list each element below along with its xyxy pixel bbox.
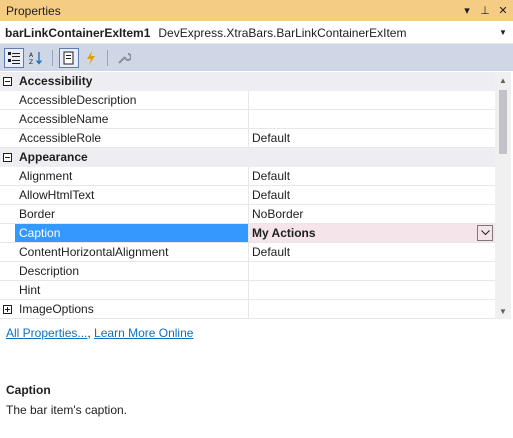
close-icon[interactable]: ✕ [495, 3, 511, 19]
expand-icon[interactable] [3, 304, 12, 314]
property-name: Alignment [15, 167, 249, 185]
property-pages-button[interactable] [114, 48, 134, 68]
property-value[interactable] [249, 262, 495, 280]
events-button[interactable] [81, 48, 101, 68]
property-grid[interactable]: Accessibility AccessibleDescription Acce… [0, 72, 495, 319]
chevron-down-icon [480, 230, 490, 236]
property-row[interactable]: AccessibleName [0, 110, 495, 129]
object-type: DevExpress.XtraBars.BarLinkContainerExIt… [158, 25, 407, 40]
scroll-thumb[interactable] [499, 90, 507, 154]
all-properties-link[interactable]: All Properties... [6, 326, 87, 340]
properties-title-bar: Properties ▾ ⊥ ✕ [0, 0, 513, 21]
window-title: Properties [6, 3, 61, 18]
object-selector[interactable]: barLinkContainerExItem1 DevExpress.XtraB… [0, 22, 513, 44]
alphabetical-button[interactable]: A Z [26, 48, 46, 68]
property-pages-icon [118, 52, 131, 64]
property-value[interactable]: Default [249, 167, 495, 185]
property-name: Description [15, 262, 249, 280]
learn-more-link[interactable]: Learn More Online [94, 326, 193, 340]
properties-icon [63, 51, 74, 64]
category-label: Accessibility [19, 74, 93, 88]
property-name: Hint [15, 281, 249, 299]
property-row[interactable]: Description [0, 262, 495, 281]
svg-text:A: A [29, 52, 34, 59]
property-name: ContentHorizontalAlignment [15, 243, 249, 261]
svg-text:Z: Z [29, 59, 33, 65]
property-name: AllowHtmlText [15, 186, 249, 204]
description-text: The bar item's caption. [6, 403, 128, 417]
toolbar-separator [107, 49, 108, 66]
categorized-icon [8, 51, 20, 64]
property-value[interactable] [249, 300, 495, 318]
category-label: Appearance [19, 150, 88, 164]
collapse-icon[interactable] [3, 76, 12, 86]
events-icon [87, 50, 95, 65]
property-row[interactable]: Border NoBorder [0, 205, 495, 224]
property-value[interactable]: Default [249, 186, 495, 204]
property-row[interactable]: ContentHorizontalAlignment Default [0, 243, 495, 262]
alphabetical-icon: A Z [29, 51, 42, 65]
scroll-up-icon[interactable]: ▲ [495, 72, 511, 88]
dropdown-button[interactable] [477, 225, 493, 241]
property-value-editor[interactable]: My Actions [249, 224, 495, 242]
property-name: AccessibleDescription [15, 91, 249, 109]
properties-button[interactable] [59, 47, 79, 68]
vertical-scrollbar[interactable]: ▲ ▼ [495, 72, 511, 319]
property-name: Caption [15, 224, 249, 242]
property-name: Border [15, 205, 249, 223]
property-value[interactable]: Default [249, 243, 495, 261]
description-title: Caption [6, 383, 51, 397]
window-menu-icon[interactable]: ▾ [459, 3, 475, 19]
property-row[interactable]: Hint [0, 281, 495, 300]
property-row[interactable]: ImageOptions [0, 300, 495, 319]
property-row[interactable]: AccessibleRole Default [0, 129, 495, 148]
category-appearance[interactable]: Appearance [0, 148, 495, 167]
property-value[interactable]: My Actions [252, 226, 316, 240]
property-row-selected[interactable]: Caption My Actions [0, 224, 495, 243]
category-accessibility[interactable]: Accessibility [0, 72, 495, 91]
property-row[interactable]: Alignment Default [0, 167, 495, 186]
description-pane: Caption The bar item's caption. [6, 383, 127, 417]
categorized-button[interactable] [4, 47, 24, 68]
chevron-down-icon[interactable]: ▼ [499, 28, 513, 37]
property-row[interactable]: AllowHtmlText Default [0, 186, 495, 205]
toolbar-separator [52, 49, 53, 66]
scroll-down-icon[interactable]: ▼ [495, 303, 511, 319]
collapse-icon[interactable] [3, 152, 12, 162]
object-name: barLinkContainerExItem1 [5, 25, 151, 40]
properties-toolbar: A Z [0, 44, 513, 71]
property-name: AccessibleName [15, 110, 249, 128]
property-name: AccessibleRole [15, 129, 249, 147]
commands-pane: All Properties..., Learn More Online [6, 326, 194, 340]
property-value[interactable]: Default [249, 129, 495, 147]
property-name: ImageOptions [15, 300, 249, 318]
pin-icon[interactable]: ⊥ [477, 3, 493, 19]
property-value[interactable]: NoBorder [249, 205, 495, 223]
property-value[interactable] [249, 110, 495, 128]
property-value[interactable] [249, 91, 495, 109]
property-value[interactable] [249, 281, 495, 299]
property-row[interactable]: AccessibleDescription [0, 91, 495, 110]
